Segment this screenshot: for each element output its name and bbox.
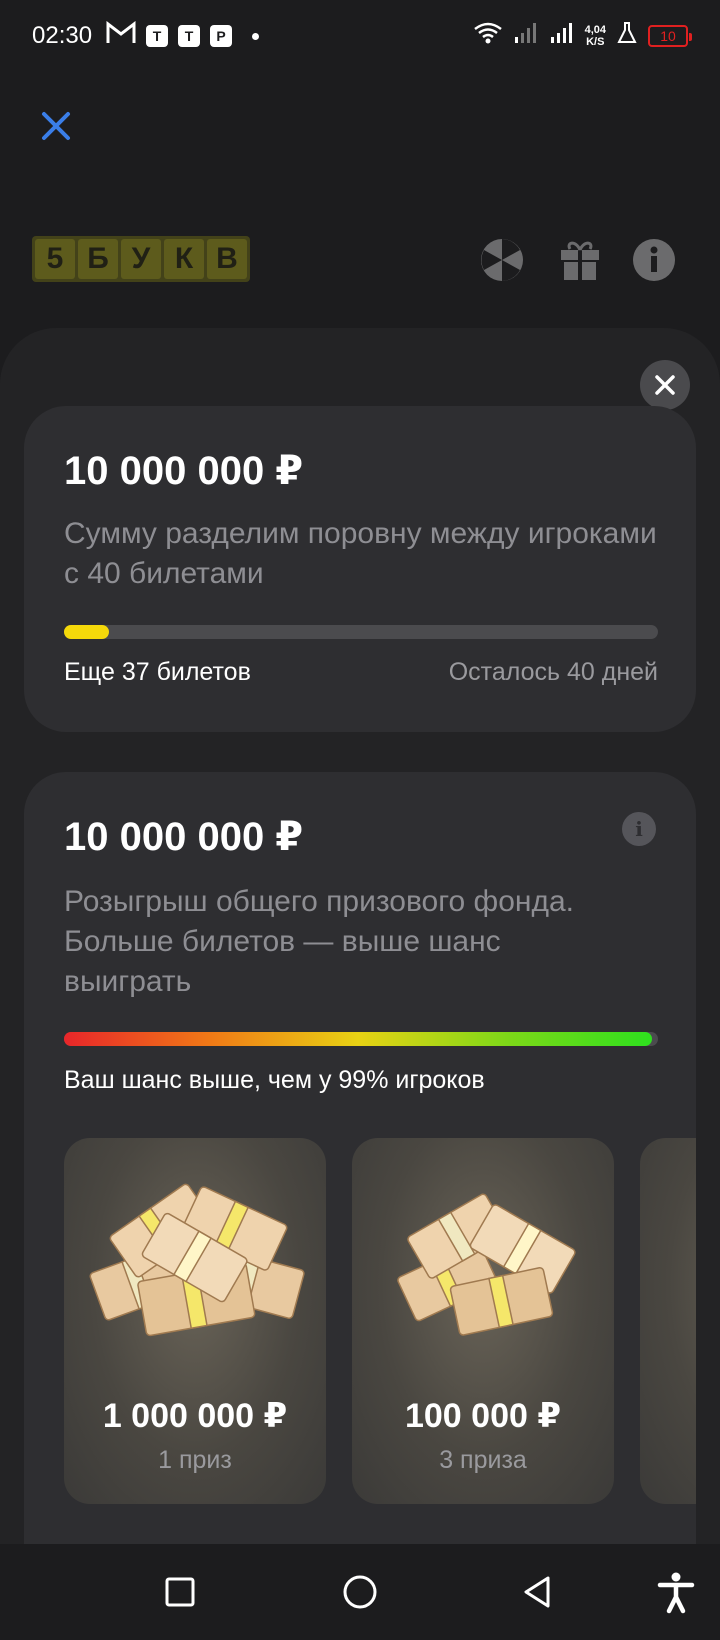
back-icon[interactable] [514,1568,562,1616]
close-icon[interactable] [36,106,76,146]
gift-icon[interactable] [558,238,602,282]
chance-text: Ваш шанс выше, чем у 99% игроков [64,1066,485,1094]
split-pool-card: 10 000 000 ₽ Сумму разделим поровну межд… [24,406,696,732]
logo-letter: К [164,239,204,279]
tickets-progress-bar [64,625,658,639]
signal-icon-1 [513,21,539,52]
accessibility-icon[interactable] [652,1568,700,1616]
prize-amount: 100 000 ₽ [404,1397,561,1435]
chance-progress-bar [64,1032,658,1046]
draw-amount: 10 000 000 ₽ [64,815,304,859]
game-logo: 5 Б У К В [32,236,250,282]
status-time: 02:30 [32,22,93,49]
app-t-icon-2: T [178,25,201,47]
more-notifications-dot [252,32,260,40]
prize-amount: 1 000 000 ₽ [102,1397,288,1435]
wheel-icon[interactable] [480,238,524,282]
prize-count: 3 приза [439,1446,527,1474]
prize-card[interactable]: 1 000 000 ₽ 1 приз [64,1138,326,1504]
logo-letter: 5 [35,239,75,279]
days-left: Осталось 40 дней [448,658,658,686]
chance-progress-fill [64,1032,653,1046]
tickets-progress-fill [64,625,109,639]
home-icon[interactable] [336,1568,384,1616]
speed-unit: K/S [586,36,605,48]
prize-card[interactable]: 100 000 ₽ 3 приза [352,1138,614,1504]
logo-letter: Б [78,239,118,279]
battery-indicator: 10 [648,25,692,47]
sheet-close-button[interactable] [640,360,690,410]
info-icon[interactable] [632,238,676,282]
prize-count: 1 приз [158,1446,232,1474]
pool-amount: 10 000 000 ₽ [64,449,304,493]
network-speed: 4,04 K/S [585,24,606,48]
game-header: 5 Б У К В [32,236,688,286]
navigation-bar [0,1544,720,1640]
gmail-icon [106,20,136,52]
money-stack-image [89,1183,305,1337]
speed-value: 4,04 [584,24,606,36]
remaining-tickets: Еще 37 билетов [64,658,251,686]
app-p-icon: P [210,25,233,47]
pool-description: Сумму разделим поровну между игроками с … [64,517,657,590]
logo-letter: У [121,239,161,279]
prize-draw-card: 10 000 000 ₽ i Розыгрыш общего призового… [24,772,696,1544]
draw-description: Розыгрыш общего призового фонда. Больше … [64,885,574,998]
prize-card-partial[interactable] [640,1138,696,1504]
logo-letter: В [207,239,247,279]
app-t-icon: T [146,25,169,47]
prizes-carousel[interactable]: 1 000 000 ₽ 1 приз 100 000 ₽ 3 приза [64,1138,696,1504]
status-bar: 02:30 T T P 4,04 K/S 10 [0,0,720,72]
wifi-icon [473,21,503,52]
info-icon[interactable]: i [622,812,656,846]
flask-icon [616,21,638,52]
close-icon [655,375,675,395]
recent-apps-icon[interactable] [156,1568,204,1616]
signal-icon-2 [549,21,575,52]
money-stack-image [397,1193,576,1336]
